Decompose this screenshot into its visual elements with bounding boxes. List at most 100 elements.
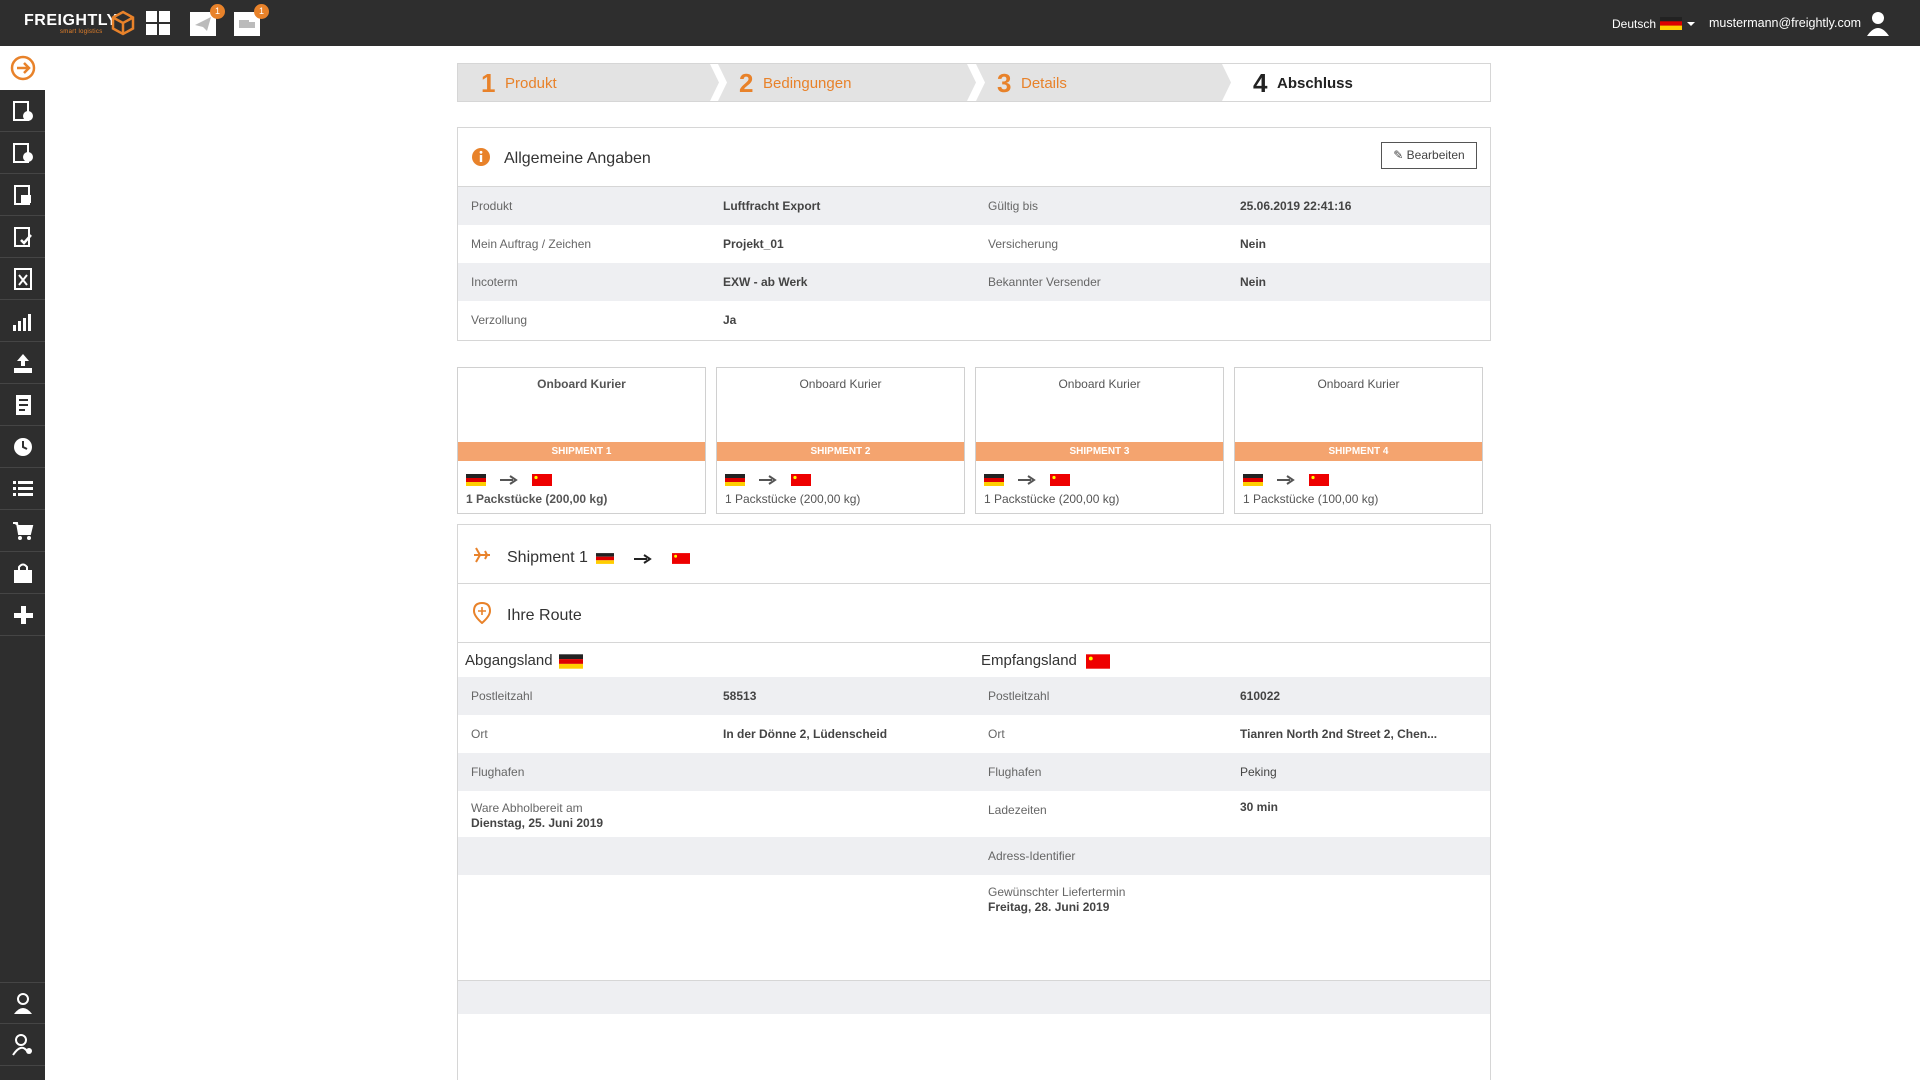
step-number: 2 [739, 68, 754, 98]
sidebar-item-profile[interactable] [0, 982, 45, 1024]
china-flag-icon [791, 474, 811, 486]
arrow-circle-icon [10, 55, 36, 81]
card-service: Onboard Kurier [799, 377, 882, 391]
german-flag-icon [559, 654, 583, 669]
row-value: Freitag, 28. Juni 2019 [988, 900, 1110, 914]
table-row: Ort In der Dönne 2, Lüdenscheid Ort Tian… [458, 715, 1490, 753]
sidebar-item-excel[interactable] [0, 258, 45, 300]
card-info: 1 Packstücke (200,00 kg) [984, 492, 1120, 506]
table-row: Gewünschter Liefertermin Freitag, 28. Ju… [458, 875, 1490, 921]
notifications-button[interactable]: 1 [234, 4, 269, 38]
row-label: Postleitzahl [471, 689, 533, 703]
statistics-icon [13, 314, 31, 331]
row-value: Dienstag, 25. Juni 2019 [471, 816, 604, 830]
step-number: 1 [481, 68, 496, 98]
sidebar-item-list[interactable] [0, 468, 45, 510]
card-label: SHIPMENT 2 [717, 442, 964, 461]
route-title: Ihre Route [507, 607, 582, 624]
sidebar-item-invoice[interactable] [0, 384, 45, 426]
notifications-badge: 1 [254, 4, 269, 19]
destination-title: Empfangsland [981, 652, 1077, 669]
sidebar-item-cart[interactable] [0, 510, 45, 552]
row-value: 30 min [1240, 800, 1279, 814]
user-settings-icon [12, 1034, 32, 1056]
german-flag-icon [725, 474, 745, 486]
arrow-right-icon [500, 475, 518, 485]
card-service: Onboard Kurier [537, 377, 626, 391]
step-details[interactable]: 3 Details [974, 64, 1229, 101]
german-flag-icon [466, 474, 486, 486]
sidebar-item-upload[interactable] [0, 342, 45, 384]
sidebar-item-next[interactable] [0, 46, 45, 90]
shipment-card-3[interactable]: Onboard Kurier SHIPMENT 3 1 Packstücke (… [975, 367, 1224, 514]
row-label: Gültig bis [988, 199, 1039, 213]
sidebar [0, 46, 45, 1080]
row-value: Tianren North 2nd Street 2, Chen... [1240, 727, 1438, 741]
add-shipment-icon [13, 143, 33, 163]
row-label: Mein Auftrag / Zeichen [471, 237, 592, 251]
table-row: Mein Auftrag / Zeichen Projekt_01 Versic… [458, 225, 1490, 263]
row-label: Incoterm [471, 275, 518, 289]
row-label: Ort [471, 727, 488, 741]
german-flag-icon [596, 553, 614, 564]
sidebar-item-user-settings[interactable] [0, 1024, 45, 1066]
sidebar-item-shop[interactable] [0, 552, 45, 594]
sidebar-item-history[interactable] [0, 426, 45, 468]
step-bedingungen[interactable]: 2 Bedingungen [716, 64, 971, 101]
cart-icon [13, 522, 34, 540]
card-service: Onboard Kurier [1058, 377, 1141, 391]
sidebar-item-document-check[interactable] [0, 216, 45, 258]
row-value: Nein [1240, 275, 1267, 289]
sidebar-item-add[interactable] [0, 594, 45, 636]
table-row: Postleitzahl 58513 Postleitzahl 610022 [458, 677, 1490, 715]
step-number: 3 [997, 68, 1012, 98]
card-label: SHIPMENT 4 [1235, 442, 1482, 461]
german-flag-icon[interactable] [1660, 17, 1682, 30]
sidebar-item-documents[interactable] [0, 174, 45, 216]
edit-button[interactable]: ✎ Bearbeiten [1381, 142, 1477, 169]
card-info: 1 Packstücke (100,00 kg) [1243, 492, 1379, 506]
table-row: Flughafen Flughafen Peking [458, 753, 1490, 791]
user-email[interactable]: mustermann@freightly.com [1709, 16, 1861, 30]
upload-icon [14, 354, 32, 373]
sidebar-item-add-shipment[interactable] [0, 132, 45, 174]
logo-cube-icon [111, 10, 135, 36]
language-selector[interactable]: Deutsch [1612, 17, 1656, 31]
general-title: Allgemeine Angaben [504, 150, 651, 167]
row-value: In der Dönne 2, Lüdenscheid [723, 727, 888, 741]
china-flag-icon [532, 474, 552, 486]
user-icon[interactable] [1866, 10, 1890, 36]
row-label: Ort [988, 727, 1005, 741]
chevron-down-icon[interactable] [1687, 22, 1695, 26]
sidebar-item-statistics[interactable] [0, 300, 45, 342]
arrow-right-icon [759, 475, 777, 485]
step-produkt[interactable]: 1 Produkt [458, 64, 713, 101]
logo-text[interactable]: FREIGHTLY [24, 12, 118, 30]
info-icon [472, 148, 490, 166]
documents-icon [14, 185, 31, 205]
general-panel: Allgemeine Angaben ✎ Bearbeiten Produkt … [457, 127, 1491, 341]
dashboard-grid-icon[interactable] [145, 10, 171, 36]
card-label: SHIPMENT 3 [976, 442, 1223, 461]
wizard-steps: 1 Produkt 2 Bedingungen 3 Details 4 Absc… [457, 63, 1491, 102]
shop-bag-icon [14, 563, 32, 583]
shipment-card-2[interactable]: Onboard Kurier SHIPMENT 2 1 Packstücke (… [716, 367, 965, 514]
invoice-icon [16, 395, 31, 415]
shipment-card-1[interactable]: Onboard Kurier SHIPMENT 1 1 Packstücke (… [457, 367, 706, 514]
user-icon [14, 993, 32, 1014]
row-label: Verzollung [471, 313, 528, 327]
step-number: 4 [1253, 68, 1268, 98]
sidebar-item-new-shipment[interactable] [0, 90, 45, 132]
divider [458, 583, 1490, 584]
messages-button[interactable]: 1 [190, 4, 225, 38]
row-value: 25.06.2019 22:41:16 [1240, 199, 1352, 213]
airplane-icon [474, 547, 490, 563]
shipment-card-4[interactable]: Onboard Kurier SHIPMENT 4 1 Packstücke (… [1234, 367, 1483, 514]
shipment-title: Shipment 1 [507, 549, 588, 566]
card-label: SHIPMENT 1 [458, 442, 705, 461]
row-label: Adress-Identifier [988, 849, 1076, 863]
step-abschluss[interactable]: 4 Abschluss [1230, 64, 1488, 101]
step-label: Produkt [505, 75, 557, 92]
origin-title: Abgangsland [465, 652, 553, 669]
edit-icon: ✎ [1393, 148, 1404, 162]
